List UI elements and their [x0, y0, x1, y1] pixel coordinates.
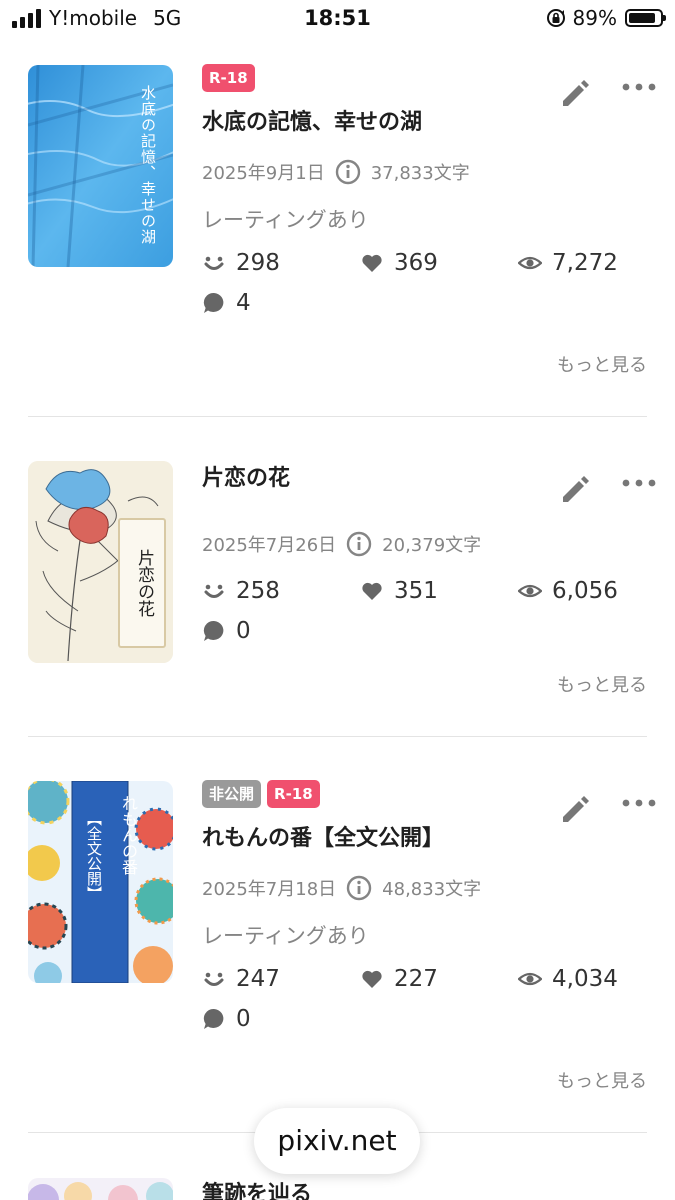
comments-count: 0	[236, 618, 251, 644]
char-count: 48,833文字	[382, 879, 482, 900]
reactions-count: 247	[236, 966, 280, 992]
smile-icon	[204, 972, 224, 986]
views-stat: 4,034	[518, 966, 618, 992]
publish-date: 2025年7月26日	[202, 535, 337, 556]
stats-row: 298 369 7,272	[202, 250, 645, 286]
r18-badge: R-18	[202, 64, 255, 92]
more-link[interactable]: もっと見る	[557, 671, 647, 697]
heart-icon	[362, 970, 382, 988]
likes-stat: 351	[360, 578, 438, 604]
more-link[interactable]: もっと見る	[557, 351, 647, 377]
pencil-icon[interactable]	[558, 792, 592, 826]
cover-title: 片恋の花	[134, 549, 154, 617]
info-icon[interactable]	[346, 875, 372, 901]
comment-icon	[203, 620, 224, 641]
heart-icon	[362, 254, 382, 272]
smile-icon	[204, 256, 224, 270]
rating-text: レーティングあり	[202, 924, 369, 948]
work-cover[interactable]: 水底の記憶、幸せの湖	[28, 65, 173, 267]
comments-count: 0	[236, 1006, 251, 1032]
eye-icon	[518, 584, 542, 598]
comments-stat: 0	[202, 1006, 251, 1032]
likes-count: 369	[394, 250, 438, 276]
divider	[28, 736, 647, 737]
char-count: 20,379文字	[382, 535, 482, 556]
comments-row: 4	[202, 290, 645, 326]
likes-stat: 227	[360, 966, 438, 992]
comment-icon	[203, 292, 224, 313]
reactions-stat: 298	[202, 250, 280, 276]
battery-percent: 89%	[572, 6, 617, 30]
eye-icon	[518, 972, 542, 986]
rotation-lock-icon	[546, 9, 565, 27]
rating-text: レーティングあり	[202, 208, 369, 232]
private-badge: 非公開	[202, 780, 262, 808]
work-meta: 2025年7月26日 20,379文字	[202, 530, 645, 558]
heart-icon	[362, 582, 382, 600]
likes-stat: 369	[360, 250, 438, 276]
comments-row: 0	[202, 1006, 645, 1042]
stats-row: 258 351 6,056	[202, 578, 645, 614]
work-title[interactable]: 筆跡を辿る	[202, 1176, 645, 1200]
cover-title: れもんの番	[116, 795, 140, 975]
status-right: 89%	[545, 6, 666, 30]
divider	[28, 416, 647, 417]
work-cover[interactable]: 片恋の花	[28, 461, 173, 663]
more-dots-icon[interactable]	[620, 476, 658, 490]
r18-badge: R-18	[267, 780, 320, 808]
comments-stat: 4	[202, 290, 251, 316]
more-dots-icon[interactable]	[620, 80, 658, 94]
comments-row: 0	[202, 618, 645, 654]
status-bar: Y!mobile 5G 18:51 89%	[0, 0, 675, 38]
more-dots-icon[interactable]	[620, 796, 658, 810]
reactions-count: 298	[236, 250, 280, 276]
reactions-count: 258	[236, 578, 280, 604]
publish-date: 2025年7月18日	[202, 879, 337, 900]
pencil-icon[interactable]	[558, 472, 592, 506]
cover-title: 水底の記憶、幸せの湖	[139, 85, 157, 245]
work-item[interactable]: 筆跡を辿る	[0, 1174, 675, 1200]
comment-icon	[203, 1008, 224, 1029]
eye-icon	[518, 256, 542, 270]
publish-date: 2025年9月1日	[202, 163, 325, 184]
views-count: 7,272	[552, 250, 618, 276]
views-count: 4,034	[552, 966, 618, 992]
work-item[interactable]: 片恋の花 片恋の花 2025年7月26日 20,379文字 258 351 6,…	[0, 460, 675, 736]
likes-count: 351	[394, 578, 438, 604]
reactions-stat: 258	[202, 578, 280, 604]
work-meta: 2025年9月1日 37,833文字	[202, 158, 645, 186]
work-item[interactable]: 水底の記憶、幸せの湖 R-18 水底の記憶、幸せの湖 2025年9月1日 37,…	[0, 64, 675, 416]
work-info: 筆跡を辿る	[202, 1174, 645, 1200]
likes-count: 227	[394, 966, 438, 992]
cover-subtitle: 【全文公開】	[85, 811, 103, 901]
work-cover[interactable]	[28, 1178, 173, 1200]
battery-icon	[625, 9, 666, 27]
comments-stat: 0	[202, 618, 251, 644]
cover-title-main: れもんの番	[119, 795, 138, 875]
site-address-pill[interactable]: pixiv.net	[254, 1108, 420, 1174]
cover-image	[28, 1182, 173, 1200]
reactions-stat: 247	[202, 966, 280, 992]
work-cover[interactable]: れもんの番 【全文公開】	[28, 781, 173, 983]
info-icon[interactable]	[335, 159, 361, 185]
views-stat: 6,056	[518, 578, 618, 604]
stats-row: 247 227 4,034	[202, 966, 645, 1002]
pencil-icon[interactable]	[558, 76, 592, 110]
views-count: 6,056	[552, 578, 618, 604]
char-count: 37,833文字	[370, 163, 470, 184]
views-stat: 7,272	[518, 250, 618, 276]
work-item[interactable]: れもんの番 【全文公開】 非公開 R-18 れもんの番【全文公開】 2025年7…	[0, 780, 675, 1132]
comments-count: 4	[236, 290, 251, 316]
more-link[interactable]: もっと見る	[557, 1067, 647, 1093]
work-meta: 2025年7月18日 48,833文字	[202, 874, 645, 902]
smile-icon	[204, 584, 224, 598]
info-icon[interactable]	[346, 531, 372, 557]
